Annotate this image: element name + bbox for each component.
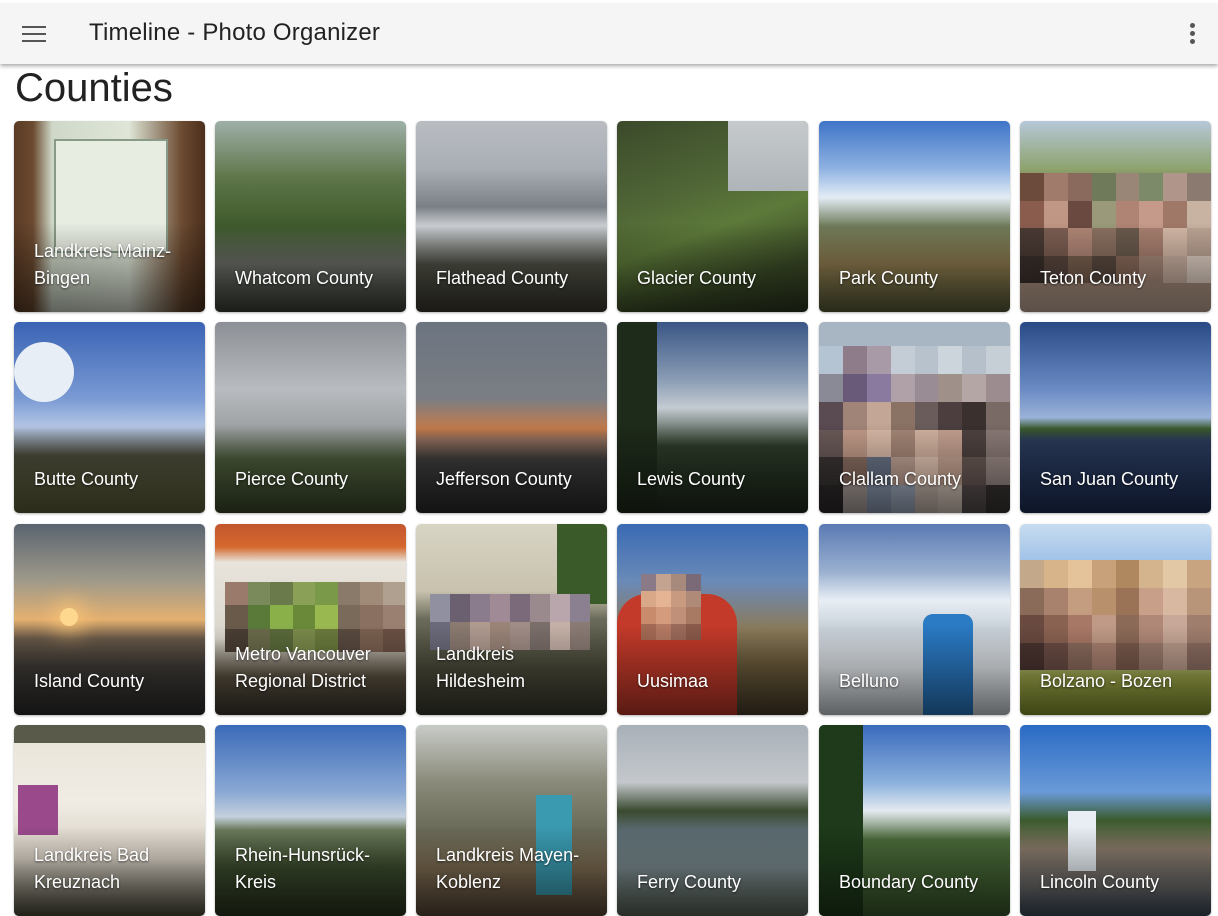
tile-label: Metro Vancouver Regional District — [235, 644, 371, 691]
hamburger-menu-icon[interactable] — [18, 22, 50, 48]
tile-label: Park County — [839, 268, 939, 288]
county-tile[interactable]: Landkreis Mainz-Bingen — [14, 121, 205, 312]
tile-label: Uusimaa — [637, 671, 709, 691]
county-tile[interactable]: San Juan County — [1020, 322, 1211, 513]
tile-label: Teton County — [1040, 268, 1147, 288]
county-tile[interactable]: Landkreis Mayen-Koblenz — [416, 725, 607, 916]
more-options-icon[interactable] — [1180, 20, 1204, 48]
county-tile[interactable]: Metro Vancouver Regional District — [215, 524, 406, 715]
county-tile[interactable]: Jefferson County — [416, 322, 607, 513]
tile-label: Pierce County — [235, 469, 349, 489]
county-tile[interactable]: Lewis County — [617, 322, 808, 513]
tile-label: Lewis County — [637, 469, 746, 489]
county-tile[interactable]: Bolzano - Bozen — [1020, 524, 1211, 715]
tile-label: Ferry County — [637, 872, 742, 892]
tile-label: Landkreis Mayen-Koblenz — [436, 845, 580, 892]
county-tile[interactable]: Rhein-Hunsrück-Kreis — [215, 725, 406, 916]
app-bar: Timeline - Photo Organizer — [0, 4, 1218, 64]
county-tile[interactable]: Landkreis Hildesheim — [416, 524, 607, 715]
county-tile[interactable]: Belluno — [819, 524, 1010, 715]
county-tile[interactable]: Clallam County — [819, 322, 1010, 513]
county-tile[interactable]: Landkreis Bad Kreuznach — [14, 725, 205, 916]
county-tile[interactable]: Island County — [14, 524, 205, 715]
tile-label: Bolzano - Bozen — [1040, 671, 1173, 691]
app-title: Timeline - Photo Organizer — [89, 19, 381, 46]
county-tile[interactable]: Boundary County — [819, 725, 1010, 916]
county-tile[interactable]: Lincoln County — [1020, 725, 1211, 916]
county-tile[interactable]: Ferry County — [617, 725, 808, 916]
tile-label: Island County — [34, 671, 145, 691]
tile-label: Belluno — [839, 671, 900, 691]
page-title: Counties — [15, 66, 173, 110]
tile-label: Whatcom County — [235, 268, 374, 288]
tile-label: Flathead County — [436, 268, 569, 288]
tile-label: Lincoln County — [1040, 872, 1160, 892]
tile-label: Boundary County — [839, 872, 979, 892]
county-tile[interactable]: Whatcom County — [215, 121, 406, 312]
county-tile[interactable]: Butte County — [14, 322, 205, 513]
tile-label: Landkreis Mainz-Bingen — [34, 241, 172, 288]
tile-label: Butte County — [34, 469, 139, 489]
tile-label: Jefferson County — [436, 469, 572, 489]
tile-label: Landkreis Bad Kreuznach — [34, 845, 150, 892]
county-tile[interactable]: Glacier County — [617, 121, 808, 312]
county-tile[interactable]: Flathead County — [416, 121, 607, 312]
tile-label: San Juan County — [1040, 469, 1179, 489]
tile-label: Clallam County — [839, 469, 962, 489]
tile-label: Rhein-Hunsrück-Kreis — [235, 845, 371, 892]
tile-label: Glacier County — [637, 268, 757, 288]
county-tile[interactable]: Teton County — [1020, 121, 1211, 312]
county-tile[interactable]: Park County — [819, 121, 1010, 312]
tile-label: Landkreis Hildesheim — [436, 644, 526, 691]
county-tile[interactable]: Pierce County — [215, 322, 406, 513]
county-tile[interactable]: Uusimaa — [617, 524, 808, 715]
